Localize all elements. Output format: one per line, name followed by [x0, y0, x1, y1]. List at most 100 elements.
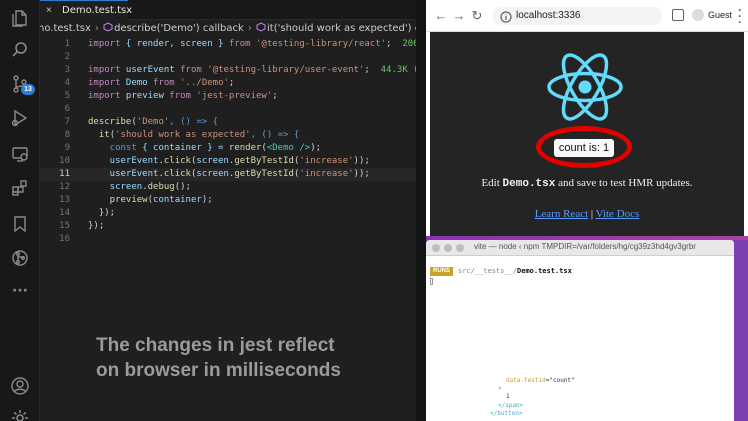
dom-output-line: > [498, 385, 502, 392]
code-token: }); [88, 208, 116, 218]
code-line: 2 [40, 51, 424, 64]
code-token: import [88, 91, 121, 101]
code-token: 'jest-preview' [196, 91, 273, 101]
forward-arrow-icon[interactable]: → [452, 9, 466, 23]
tab-label: Demo.test.tsx [62, 5, 133, 16]
url-text[interactable]: localhost:3336 [516, 10, 581, 21]
code-line: 1 import { render, screen } from '@testin… [40, 38, 424, 51]
code-token: 'should work as expected' [115, 130, 251, 140]
code-token: ; [272, 91, 278, 101]
browser-menu-icon[interactable]: · · · [738, 4, 744, 28]
code-token: { container } = [136, 143, 229, 153]
extensions-icon[interactable] [10, 178, 30, 198]
back-arrow-icon[interactable]: ← [434, 9, 448, 23]
terminal-cursor [430, 278, 433, 285]
line-number: 3 [64, 65, 70, 75]
code-token: from [180, 65, 202, 75]
code-token: from [169, 91, 191, 101]
remote-explorer-icon[interactable] [10, 144, 30, 164]
window-divider [416, 0, 426, 421]
run-debug-icon[interactable] [10, 108, 30, 128]
breadcrumb-describe[interactable]: describe('Demo') callback [114, 20, 244, 38]
code-token: screen [196, 156, 229, 166]
code-token: userEvent [120, 65, 181, 75]
line-number: 8 [64, 130, 70, 140]
maximize-window-icon[interactable] [456, 244, 464, 252]
code-token: screen [88, 182, 143, 192]
line-number: 11 [59, 169, 70, 179]
breadcrumb-file[interactable]: no.test.tsx [40, 20, 91, 38]
files-icon[interactable] [10, 8, 30, 28]
search-icon[interactable] [10, 40, 30, 60]
more-icon[interactable]: ··· [10, 284, 30, 304]
dom-close-span: </span> [498, 402, 524, 409]
browser-window: ← → ↻ localhost:3336 Guest · · · count is:… [426, 0, 748, 236]
hmr-file: Demo.tsx [502, 178, 556, 190]
desktop-edge [734, 240, 748, 421]
terminal-titlebar: vite — node ‹ npm TMPDIR=/var/folders/hg… [426, 240, 734, 256]
tab-demo-test[interactable]: × Demo.test.tsx [40, 0, 132, 20]
code-token: container [153, 195, 202, 205]
code-token: debug [147, 182, 175, 192]
breadcrumb-it[interactable]: it('should work as expected') callback [267, 20, 424, 38]
tab-close-icon[interactable]: × [46, 5, 52, 16]
line-number: 14 [59, 208, 70, 218]
learn-react-link[interactable]: Learn React [535, 208, 588, 220]
bookmark-icon[interactable] [10, 214, 30, 234]
docs-links: Learn React | Vite Docs [430, 208, 744, 220]
link-separator: | [588, 208, 596, 220]
line-number: 12 [59, 182, 70, 192]
code-line: 5 import preview from 'jest-preview'; [40, 90, 424, 103]
address-bar[interactable]: localhost:3336 [492, 7, 662, 25]
account-icon[interactable] [10, 376, 30, 396]
vite-docs-link[interactable]: Vite Docs [596, 208, 640, 220]
code-token: )); [353, 169, 370, 179]
terminal-title: vite — node ‹ npm TMPDIR=/var/folders/hg… [474, 242, 696, 251]
terminal-window: vite — node ‹ npm TMPDIR=/var/folders/hg… [426, 240, 734, 421]
code-token: ; [386, 39, 392, 49]
line-number: 4 [64, 78, 70, 88]
count-button[interactable]: count is: 1 [554, 139, 614, 157]
code-token: )); [353, 156, 370, 166]
code-token: import [88, 65, 121, 75]
line-number: 5 [64, 91, 70, 101]
terminal-output[interactable]: RUNS src/__tests__/Demo.test.tsx data-te… [426, 256, 734, 421]
code-token: it [88, 130, 110, 140]
code-line: 7 describe('Demo', () => { [40, 116, 424, 129]
code-line: 10 userEvent.click(screen.getByTestId('i… [40, 155, 424, 168]
reload-icon[interactable]: ↻ [470, 9, 484, 23]
dom-output-line: data-testid="count" [506, 377, 575, 384]
guest-avatar-icon[interactable] [692, 9, 704, 21]
code-token: '@testing-library/user-event' [207, 65, 365, 75]
hmr-instructions: Edit Demo.tsx and save to test HMR updat… [430, 177, 744, 190]
video-caption: The changes in jest reflect on browser i… [96, 333, 396, 383]
code-token: ); [310, 143, 322, 153]
code-token: { render, screen } [120, 39, 229, 49]
minimize-window-icon[interactable] [444, 244, 452, 252]
site-info-icon[interactable] [500, 10, 512, 23]
method-icon [256, 21, 266, 32]
side-panel-icon[interactable] [672, 9, 684, 21]
settings-gear-icon[interactable] [10, 408, 30, 421]
activity-bar: 13 ··· [0, 0, 40, 421]
code-line: 15}); [40, 220, 424, 233]
code-token: click [163, 156, 191, 166]
code-token: preview [120, 91, 170, 101]
code-line: 14 }); [40, 207, 424, 220]
dom-output-line: </span> [498, 402, 523, 409]
code-token: import [88, 78, 121, 88]
guest-label[interactable]: Guest [708, 10, 732, 20]
code-token: 'Demo' [136, 117, 170, 127]
dom-output-line: </button> [490, 410, 523, 417]
git-graph-icon[interactable] [10, 248, 30, 268]
code-token: userEvent [88, 156, 159, 166]
browser-toolbar: ← → ↻ localhost:3336 Guest · · · [426, 0, 748, 32]
test-file-path: src/__tests__/Demo.test.tsx [458, 267, 572, 275]
method-icon [103, 21, 113, 32]
close-window-icon[interactable] [432, 244, 440, 252]
code-token: <Demo /> [266, 143, 311, 153]
code-token: ; [364, 65, 370, 75]
code-token: Demo [120, 78, 154, 88]
code-token: getByTestId [234, 169, 294, 179]
line-number: 7 [64, 117, 70, 127]
